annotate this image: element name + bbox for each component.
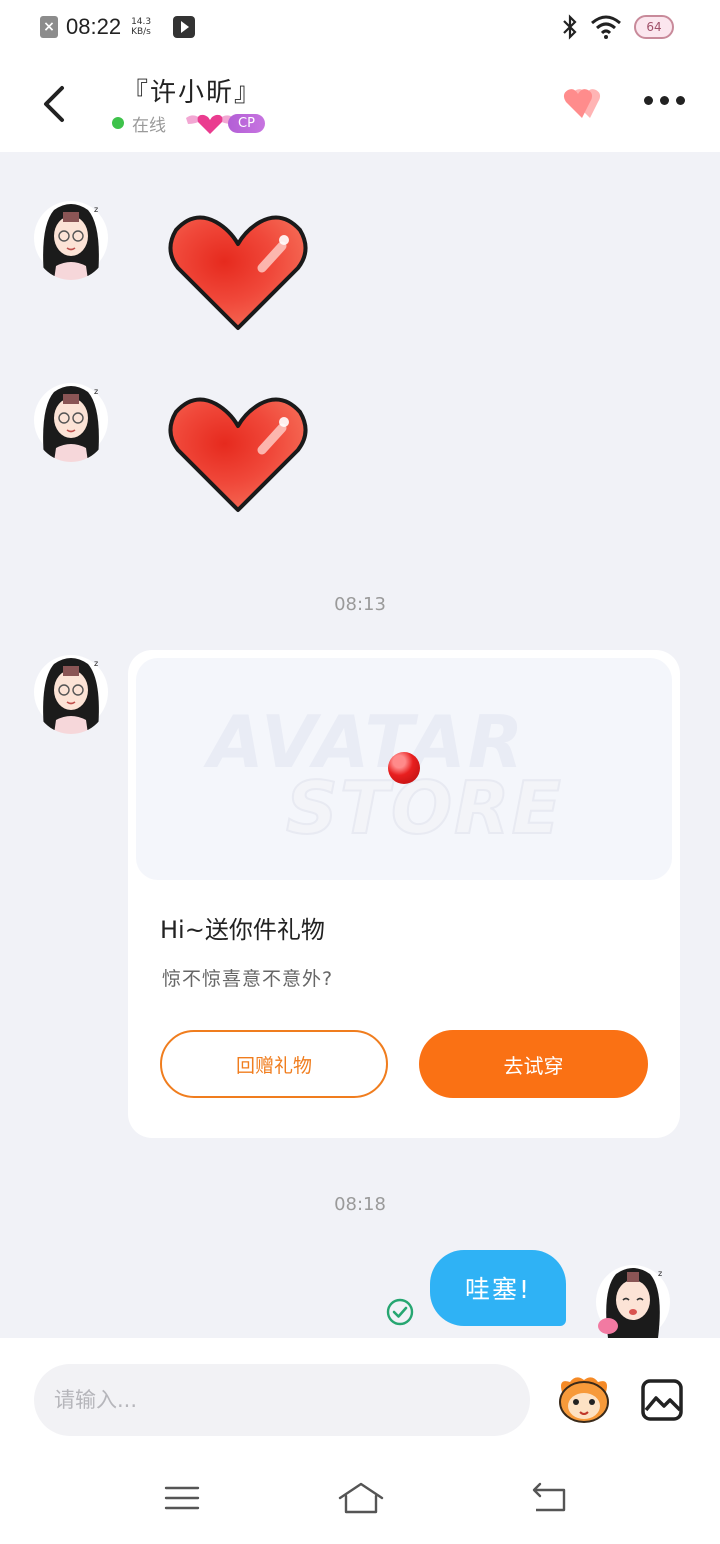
- system-nav-bar: [0, 1458, 720, 1544]
- svg-text:z: z: [658, 1269, 662, 1278]
- contact-avatar[interactable]: [34, 196, 108, 280]
- image-icon[interactable]: [640, 1378, 684, 1422]
- gift-card: AVATAR STORE Hi~送你件礼物 惊不惊喜意不意外? 回赠礼物 去试穿: [128, 650, 680, 1138]
- more-icon[interactable]: [644, 96, 685, 105]
- close-notif-icon: ×: [40, 16, 58, 38]
- online-status: 在线 CP: [112, 110, 265, 136]
- speed-value: 14.3: [131, 17, 152, 27]
- gift-title: Hi~送你件礼物: [160, 916, 325, 944]
- contact-avatar[interactable]: [34, 650, 108, 734]
- wifi-icon: [591, 15, 621, 39]
- chat-header: 『许小昕』 在线 CP: [0, 56, 720, 152]
- heart-sticker: [164, 392, 312, 516]
- gift-banner[interactable]: AVATAR STORE: [136, 658, 672, 880]
- cp-badge[interactable]: CP: [184, 110, 265, 136]
- status-bar: × 08:22 14.3 KB/s 64: [0, 0, 720, 56]
- home-icon[interactable]: [336, 1478, 386, 1518]
- contact-avatar[interactable]: [34, 378, 108, 462]
- network-speed: 14.3 KB/s: [131, 17, 151, 37]
- more-dot: [660, 96, 669, 105]
- my-message-bubble[interactable]: 哇塞!: [430, 1250, 566, 1326]
- read-check-icon: [386, 1298, 414, 1326]
- contact-name[interactable]: 『许小昕』: [122, 72, 262, 109]
- message-input[interactable]: [34, 1364, 530, 1436]
- try-on-button[interactable]: 去试穿: [419, 1030, 648, 1098]
- more-dot: [644, 96, 653, 105]
- return-gift-button[interactable]: 回赠礼物: [160, 1030, 388, 1098]
- my-avatar[interactable]: z: [596, 1260, 670, 1338]
- menu-icon[interactable]: [160, 1478, 204, 1518]
- message-timestamp: 08:18: [334, 1194, 386, 1215]
- battery-icon: 64: [634, 15, 674, 39]
- input-bar: [0, 1338, 720, 1458]
- heart-sticker: [164, 210, 312, 334]
- speed-unit: KB/s: [131, 27, 151, 37]
- heart-icon[interactable]: [560, 84, 610, 124]
- online-text: 在线: [132, 115, 166, 136]
- status-time: 08:22: [66, 14, 122, 39]
- back-nav-icon[interactable]: [528, 1478, 572, 1518]
- online-dot: [112, 117, 124, 129]
- status-left: × 08:22 14.3 KB/s: [40, 14, 196, 40]
- bluetooth-icon: [563, 14, 577, 40]
- banner-text: STORE: [285, 765, 563, 851]
- gift-subtitle: 惊不惊喜意不意外?: [162, 968, 334, 990]
- emoji-sticker-icon[interactable]: [554, 1372, 614, 1424]
- video-play-icon: [173, 16, 196, 38]
- battery-level: 64: [646, 20, 662, 34]
- cp-label: CP: [228, 113, 265, 133]
- status-right: 64: [562, 14, 674, 40]
- gift-ball-icon: [388, 752, 420, 784]
- message-timestamp: 08:13: [334, 594, 386, 615]
- back-arrow-icon[interactable]: [36, 82, 76, 126]
- more-dot: [676, 96, 685, 105]
